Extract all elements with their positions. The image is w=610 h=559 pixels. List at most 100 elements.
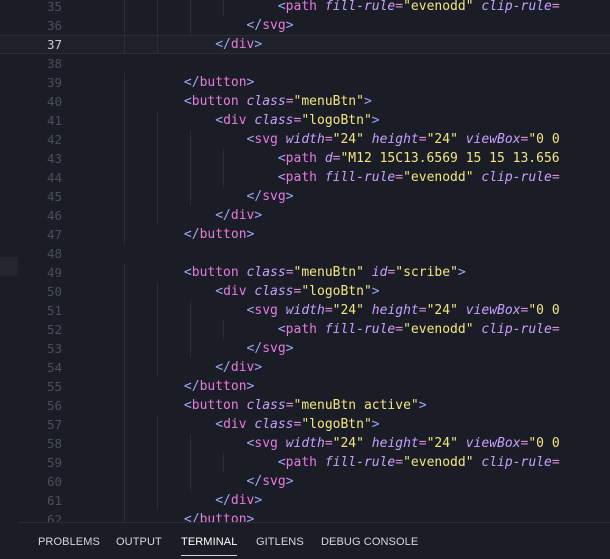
panel-tab-bar: PROBLEMS OUTPUT TERMINAL GITLENS DEBUG C… — [18, 522, 610, 559]
code-line[interactable]: 54 </div> — [0, 358, 610, 377]
code-editor[interactable]: 35 <path fill-rule="evenodd" clip-rule= 3… — [0, 0, 610, 522]
code-text: </svg> — [90, 339, 294, 358]
code-token: button — [199, 379, 247, 394]
code-line[interactable]: 59 <path fill-rule="evenodd" clip-rule= — [0, 453, 610, 472]
code-token: class — [254, 284, 294, 299]
code-text: <path fill-rule="evenodd" clip-rule= — [90, 453, 560, 472]
code-token: class — [254, 417, 294, 432]
code-line[interactable]: 58 <svg width="24" height="24" viewBox="… — [0, 434, 610, 453]
code-token: </ — [215, 360, 231, 375]
code-token: "24" — [426, 132, 458, 147]
code-line[interactable]: 52 <path fill-rule="evenodd" clip-rule= — [0, 320, 610, 339]
code-token: div — [230, 493, 255, 508]
code-line[interactable]: 45 </svg> — [0, 187, 610, 206]
code-text: </button> — [90, 377, 254, 396]
code-token: fill-rule — [324, 170, 396, 185]
code-token: > — [457, 265, 466, 280]
code-line[interactable]: 46 </div> — [0, 206, 610, 225]
code-text: <path fill-rule="evenodd" clip-rule= — [90, 0, 560, 16]
code-line[interactable]: 50 <div class="logoBtn"> — [0, 282, 610, 301]
code-token: button — [191, 265, 239, 280]
code-token: "logoBtn" — [301, 417, 372, 432]
tab-output[interactable]: OUTPUT — [116, 536, 162, 548]
code-token: class — [246, 398, 286, 413]
code-token: clip-rule — [481, 0, 552, 14]
code-token: class — [246, 265, 286, 280]
code-token: > — [246, 75, 255, 90]
code-line[interactable]: 35 <path fill-rule="evenodd" clip-rule= — [0, 0, 610, 16]
code-token: </ — [215, 493, 231, 508]
code-line[interactable]: 38 — [0, 54, 610, 73]
code-text: <div class="logoBtn"> — [90, 415, 379, 434]
code-token: height — [371, 436, 419, 451]
code-line[interactable]: 49 <button class="menuBtn" id="scribe"> — [0, 263, 610, 282]
code-token: > — [246, 227, 255, 242]
code-text: </div> — [90, 35, 262, 54]
code-token: = — [418, 132, 427, 147]
code-line[interactable]: 40 <button class="menuBtn"> — [0, 92, 610, 111]
code-line[interactable]: 36 </svg> — [0, 16, 610, 35]
code-line[interactable]: 60 </svg> — [0, 472, 610, 491]
line-number: 49 — [46, 265, 62, 280]
line-number: 50 — [46, 284, 62, 299]
code-line[interactable]: 51 <svg width="24" height="24" viewBox="… — [0, 301, 610, 320]
code-line[interactable]: 61 </div> — [0, 491, 610, 510]
code-line[interactable]: 53 </svg> — [0, 339, 610, 358]
code-token: > — [285, 341, 294, 356]
code-line[interactable]: 47 </button> — [0, 225, 610, 244]
code-line[interactable]: 44 <path fill-rule="evenodd" clip-rule= — [0, 168, 610, 187]
code-token: = — [324, 132, 333, 147]
code-token: width — [285, 436, 325, 451]
line-number: 47 — [46, 227, 62, 242]
line-number: 43 — [46, 151, 62, 166]
code-text: </div> — [90, 358, 262, 377]
code-token: > — [285, 18, 294, 33]
code-token: < — [183, 265, 192, 280]
code-line[interactable]: 62 </button> — [0, 510, 610, 522]
code-line[interactable]: 48 — [0, 244, 610, 263]
line-number: 56 — [46, 398, 62, 413]
line-number: 54 — [46, 360, 62, 375]
code-line[interactable]: 41 <div class="logoBtn"> — [0, 111, 610, 130]
code-token: "0 0 — [528, 132, 560, 147]
line-number: 55 — [46, 379, 62, 394]
code-token: > — [371, 113, 380, 128]
code-token: path — [285, 322, 317, 337]
tab-gitlens[interactable]: GITLENS — [256, 536, 304, 548]
code-token: = — [551, 170, 560, 185]
code-token: "24" — [426, 303, 458, 318]
code-text: </div> — [90, 491, 262, 510]
code-token: = — [395, 0, 404, 14]
code-line[interactable]: 37 </div> — [0, 35, 610, 54]
code-line[interactable]: 39 </button> — [0, 73, 610, 92]
code-token: = — [395, 322, 404, 337]
code-line[interactable]: 55 </button> — [0, 377, 610, 396]
code-token: < — [215, 417, 224, 432]
code-token: </ — [183, 227, 200, 242]
code-line[interactable]: 42 <svg width="24" height="24" viewBox="… — [0, 130, 610, 149]
code-token: "M12 15C13.6569 15 15 13.656 — [340, 151, 560, 166]
tab-terminal[interactable]: TERMINAL — [181, 536, 238, 556]
code-line[interactable]: 57 <div class="logoBtn"> — [0, 415, 610, 434]
code-token: </ — [246, 474, 263, 489]
tab-debug-console[interactable]: DEBUG CONSOLE — [321, 536, 418, 548]
code-lines[interactable]: 35 <path fill-rule="evenodd" clip-rule= 3… — [0, 0, 610, 522]
code-token: svg — [262, 474, 286, 489]
code-token: viewBox — [465, 436, 521, 451]
code-token: = — [285, 265, 294, 280]
code-line[interactable]: 43 <path d="M12 15C13.6569 15 15 13.656 — [0, 149, 610, 168]
code-token: = — [324, 436, 333, 451]
code-token: "menuBtn active" — [293, 398, 419, 413]
code-line[interactable]: 56 <button class="menuBtn active"> — [0, 396, 610, 415]
tab-problems[interactable]: PROBLEMS — [38, 536, 100, 548]
